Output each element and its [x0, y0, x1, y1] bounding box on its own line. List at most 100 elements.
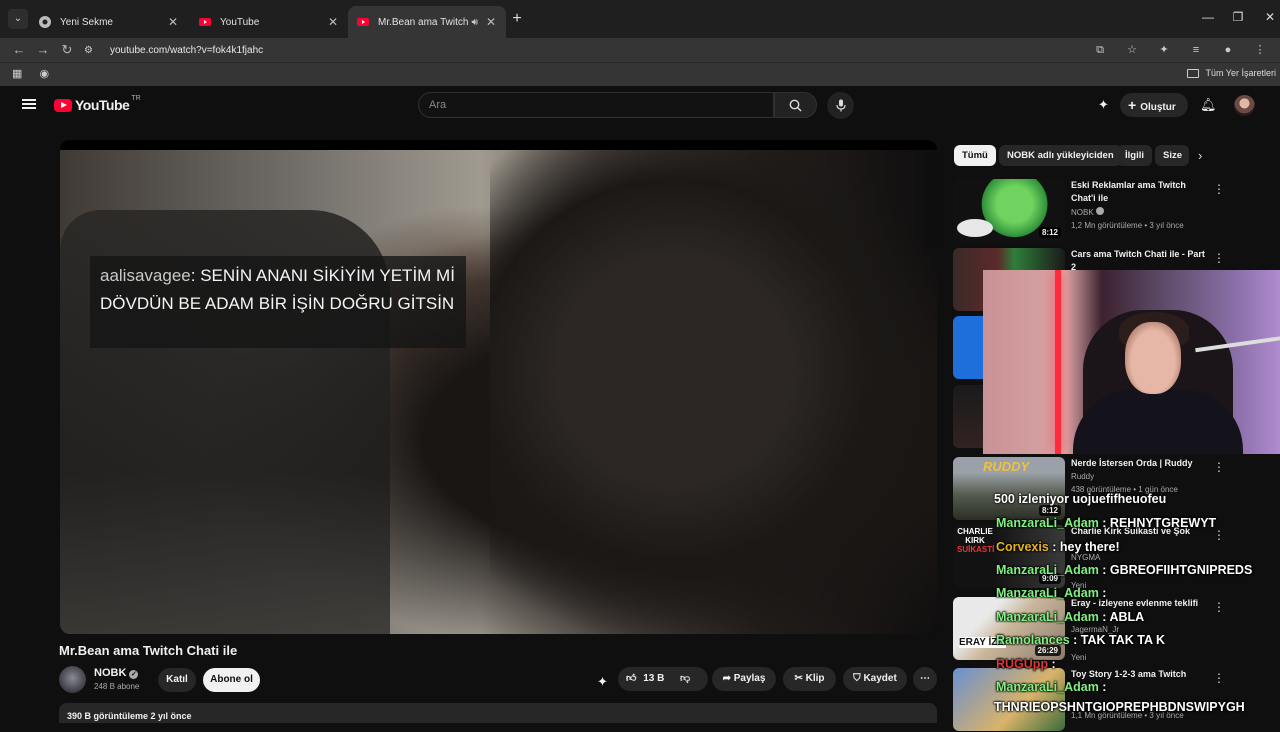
media-controls-icon[interactable]: ≡: [1188, 42, 1204, 58]
apps-grid-icon[interactable]: ▦: [12, 68, 22, 80]
rec-channel[interactable]: Ruddy: [1071, 472, 1094, 481]
rec-title[interactable]: Nerde İstersen Orda | Ruddy: [1071, 457, 1211, 470]
url-text[interactable]: youtube.com/watch?v=fok4k1fjahc: [110, 45, 263, 56]
bookmarks-bar: ▦ ◉ Tüm Yer İşaretleri: [0, 62, 1280, 86]
more-options-icon[interactable]: ⋮: [1213, 528, 1225, 542]
video-player[interactable]: aalisavagee: SENİN ANANI SİKİYİM YETİM M…: [60, 140, 937, 634]
back-icon[interactable]: ←: [10, 41, 28, 59]
video-thumbnail[interactable]: 8:12: [953, 179, 1065, 242]
chip-related[interactable]: İlgili: [1117, 145, 1152, 166]
avatar[interactable]: [1234, 95, 1255, 116]
search-button[interactable]: [774, 92, 817, 118]
bookmark-star-icon[interactable]: ☆: [1124, 42, 1140, 58]
chat-line: ManzaraLi_Adam :: [996, 586, 1106, 600]
more-actions-button[interactable]: ⋯: [913, 667, 937, 691]
close-window-button[interactable]: ✕: [1260, 10, 1280, 24]
ai-icon[interactable]: ✦: [1098, 97, 1109, 113]
bookmark-icon: ⛉: [853, 673, 861, 684]
video-thumbnail[interactable]: ERAY İZLİ 26:29: [953, 597, 1065, 660]
site-info-icon[interactable]: ⚙: [84, 45, 100, 56]
chip-from-uploader[interactable]: NOBK adlı yükleyiciden: [999, 145, 1122, 166]
plus-icon: +: [1128, 97, 1137, 113]
menu-icon[interactable]: [22, 99, 36, 109]
chevron-right-icon[interactable]: ›: [1198, 148, 1202, 163]
tab-youtube[interactable]: YouTube ✕: [190, 6, 348, 38]
like-icon[interactable]: 👍︎: [626, 673, 636, 684]
forward-icon[interactable]: →: [34, 41, 52, 59]
extensions-icon[interactable]: ✦: [1156, 42, 1172, 58]
more-options-icon[interactable]: ⋮: [1213, 182, 1225, 196]
chip-for-you[interactable]: Size: [1155, 145, 1189, 166]
rec-meta: 1,2 Mn görüntüleme • 3 yıl önce: [1071, 221, 1184, 230]
chat-line: ManzaraLi_Adam : ABLA: [996, 610, 1144, 624]
more-options-icon[interactable]: ⋮: [1213, 600, 1225, 614]
rec-meta: Yeni: [1071, 653, 1087, 662]
list-item[interactable]: ERAY İZLİ 26:29 Eray - izleyene evlenme …: [953, 597, 1280, 662]
video-thumbnail[interactable]: RUDDY 8:12: [953, 457, 1065, 520]
like-dislike-group: 👍︎ 13 B 👎︎: [618, 667, 708, 691]
chip-all[interactable]: Tümü: [954, 145, 996, 166]
close-tab-icon[interactable]: ✕: [484, 15, 498, 29]
list-item[interactable]: 8:12 Eski Reklamlar ama Twitch Chat'i il…: [953, 179, 1280, 243]
new-tab-button[interactable]: +: [508, 10, 526, 28]
youtube-logo[interactable]: YouTube TR: [54, 95, 141, 113]
list-item[interactable]: RUDDY 8:12 Nerde İstersen Orda | Ruddy R…: [953, 457, 1280, 521]
create-button[interactable]: + Oluştur: [1120, 93, 1188, 117]
all-bookmarks-button[interactable]: Tüm Yer İşaretleri: [1187, 68, 1276, 78]
profile-icon[interactable]: ●: [1220, 42, 1236, 58]
tab-new-tab[interactable]: Yeni Sekme ✕: [30, 6, 188, 38]
rec-channel[interactable]: NOBK: [1071, 207, 1104, 217]
clip-button[interactable]: ✂ Klip: [783, 667, 836, 691]
save-button[interactable]: ⛉ Kaydet: [843, 667, 907, 691]
share-button[interactable]: ➦ Paylaş: [712, 667, 776, 691]
viewer-count: 500 izleniyor uojuefifheuofeu: [994, 492, 1167, 506]
channel-name[interactable]: NOBK ✓: [94, 667, 139, 679]
subscribe-button[interactable]: Abone ol: [203, 668, 260, 692]
tab-search-button[interactable]: ⌄: [8, 9, 28, 29]
video-thumbnail[interactable]: CHARLIE KIRK SUİKASTİ 9:09: [953, 525, 1065, 588]
thumbnail-text: CHARLIE KIRK SUİKASTİ: [957, 527, 995, 554]
dislike-icon[interactable]: 👎︎: [680, 667, 690, 691]
thumbnail-logo: RUDDY: [983, 459, 1030, 474]
join-button[interactable]: Katıl: [158, 668, 196, 692]
bookmarks-left: ▦ ◉: [12, 67, 49, 80]
youtube-header: YouTube TR Ara ✦ + Oluştur 🔔︎: [0, 86, 1280, 124]
like-count[interactable]: 13 B: [643, 673, 664, 684]
close-tab-icon[interactable]: ✕: [326, 15, 340, 29]
chat-user: ManzaraLi_Adam: [996, 516, 1099, 530]
chat-user: RUGUpp: [996, 657, 1049, 671]
minimize-button[interactable]: —: [1198, 10, 1218, 24]
chat-message: :: [1098, 680, 1107, 694]
microphone-icon: [835, 99, 846, 112]
video-title: Mr.Bean ama Twitch Chati ile: [59, 643, 238, 658]
video-arm-shape: [490, 150, 937, 634]
thumbnail-detail: [957, 219, 993, 237]
voice-search-button[interactable]: [827, 92, 854, 119]
list-item[interactable]: CHARLIE KIRK SUİKASTİ 9:09 Charlie Kirk …: [953, 525, 1280, 590]
tab-mr-bean[interactable]: Mr.Bean ama Twitch Chati i 🔊︎ ✕: [348, 6, 506, 38]
site-bookmark-icon[interactable]: ◉: [39, 68, 49, 80]
toolbar-icons: ⧉ ☆ ✦ ≡ ● ⋮: [1092, 42, 1280, 58]
rec-channel[interactable]: NYGMA: [1071, 553, 1100, 562]
chat-user: Ramolances: [996, 633, 1070, 647]
channel-avatar[interactable]: [59, 666, 86, 693]
search-input[interactable]: Ara: [418, 92, 774, 118]
more-options-icon[interactable]: ⋮: [1213, 671, 1225, 685]
more-options-icon[interactable]: ⋮: [1213, 460, 1225, 474]
reload-icon[interactable]: ↻: [58, 41, 76, 59]
speaker-icon[interactable]: 🔊︎: [472, 17, 478, 28]
install-app-icon[interactable]: ⧉: [1092, 42, 1108, 58]
save-label: Kaydet: [863, 673, 897, 684]
chat-message: :: [1048, 657, 1056, 671]
description-box[interactable]: 390 B görüntüleme 2 yıl önce: [59, 703, 937, 723]
rec-title[interactable]: Eski Reklamlar ama Twitch Chat'i ile: [1071, 179, 1211, 205]
chat-user: ManzaraLi_Adam: [996, 586, 1099, 600]
more-options-icon[interactable]: ⋮: [1213, 251, 1225, 265]
close-tab-icon[interactable]: ✕: [166, 15, 180, 29]
maximize-button[interactable]: ❐: [1228, 10, 1248, 24]
notifications-bell-icon[interactable]: 🔔︎: [1200, 97, 1217, 113]
ai-ask-icon[interactable]: ✦: [597, 674, 608, 690]
browser-menu-icon[interactable]: ⋮: [1252, 42, 1268, 58]
youtube-play-icon: [54, 98, 72, 112]
chat-line: Corvexis : hey there!: [996, 540, 1120, 554]
